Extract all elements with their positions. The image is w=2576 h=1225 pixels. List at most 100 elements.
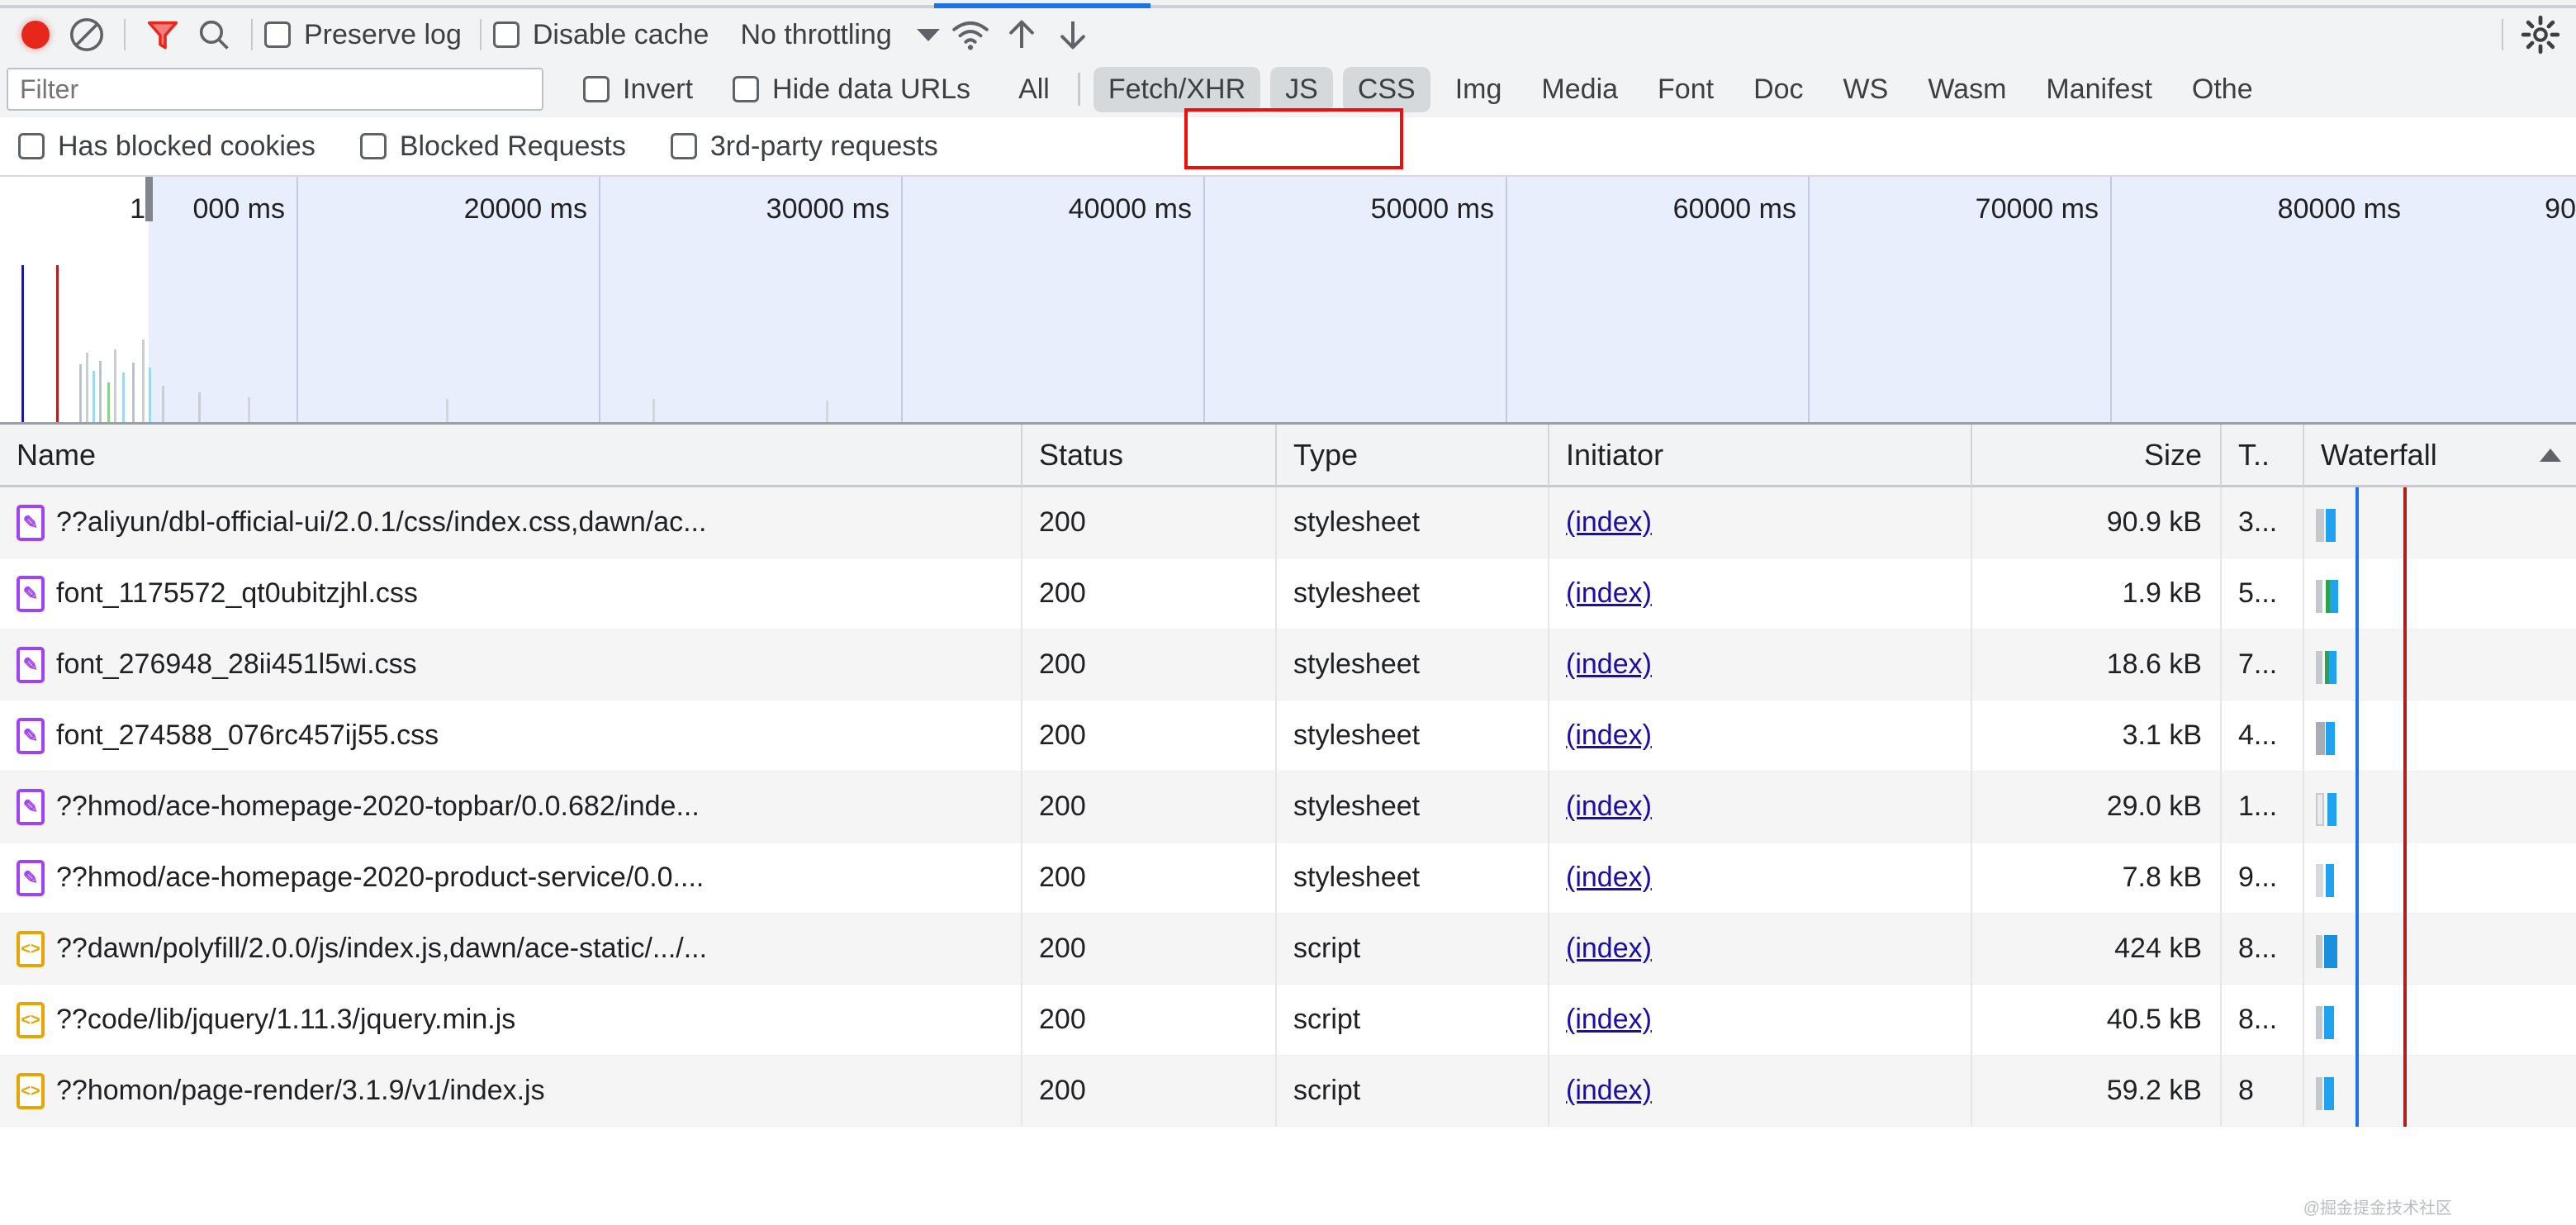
- initiator-link[interactable]: (index): [1566, 506, 1652, 539]
- search-button[interactable]: [188, 11, 240, 59]
- cell-name[interactable]: <> ??homon/page-render/3.1.9/v1/index.js: [0, 1055, 1022, 1127]
- cell-waterfall[interactable]: [2304, 913, 2576, 985]
- cell-waterfall[interactable]: [2304, 984, 2576, 1056]
- record-button[interactable]: [10, 11, 61, 59]
- table-row[interactable]: ✎ ??aliyun/dbl-official-ui/2.0.1/css/ind…: [0, 487, 2576, 558]
- type-filter-media[interactable]: Media: [1526, 67, 1633, 112]
- initiator-link[interactable]: (index): [1566, 933, 1652, 965]
- cell-status: 200: [1022, 700, 1277, 772]
- table-row[interactable]: <> ??homon/page-render/3.1.9/v1/index.js…: [0, 1055, 2576, 1127]
- type-filter-css[interactable]: CSS: [1342, 66, 1430, 112]
- cell-name[interactable]: ✎ font_1175572_qt0ubitzjhl.css: [0, 558, 1022, 629]
- invert-filter-group[interactable]: Invert: [583, 74, 693, 106]
- column-header-time[interactable]: T..: [2222, 423, 2304, 487]
- cell-name[interactable]: <> ??dawn/polyfill/2.0.0/js/index.js,daw…: [0, 913, 1022, 985]
- table-row[interactable]: <> ??dawn/polyfill/2.0.0/js/index.js,daw…: [0, 913, 2576, 985]
- table-row[interactable]: <> ??code/lib/jquery/1.11.3/jquery.min.j…: [0, 984, 2576, 1056]
- upload-har-icon: [1008, 20, 1034, 48]
- column-header-status[interactable]: Status: [1022, 423, 1277, 487]
- initiator-link[interactable]: (index): [1566, 862, 1652, 894]
- third-party-requests-checkbox[interactable]: [670, 133, 697, 159]
- cell-initiator[interactable]: (index): [1549, 700, 1972, 772]
- overview-request-bar: [826, 401, 828, 422]
- table-row[interactable]: ✎ ??hmod/ace-homepage-2020-topbar/0.0.68…: [0, 771, 2576, 843]
- cell-initiator[interactable]: (index): [1549, 771, 1972, 843]
- type-filter-js[interactable]: JS: [1270, 66, 1333, 112]
- filter-toggle-button[interactable]: [137, 11, 188, 59]
- cell-waterfall[interactable]: [2304, 842, 2576, 914]
- table-row[interactable]: ✎ font_1175572_qt0ubitzjhl.css 200 style…: [0, 558, 2576, 629]
- request-name: ??aliyun/dbl-official-ui/2.0.1/css/index…: [56, 506, 707, 538]
- cell-initiator[interactable]: (index): [1549, 558, 1972, 629]
- record-circle-icon: [21, 21, 50, 49]
- invert-checkbox[interactable]: [583, 76, 610, 102]
- cell-name[interactable]: ✎ ??aliyun/dbl-official-ui/2.0.1/css/ind…: [0, 487, 1022, 558]
- cell-waterfall[interactable]: [2304, 558, 2576, 629]
- blocked-requests-group[interactable]: Blocked Requests: [359, 131, 626, 163]
- type-filter-manifest[interactable]: Manifest: [2031, 67, 2167, 112]
- hide-data-urls-group[interactable]: Hide data URLs: [733, 74, 970, 106]
- type-filter-fetch-xhr[interactable]: Fetch/XHR: [1093, 66, 1261, 112]
- cell-status: 200: [1022, 771, 1277, 843]
- table-row[interactable]: ✎ font_276948_28ii451l5wi.css 200 styles…: [0, 629, 2576, 700]
- column-header-type[interactable]: Type: [1277, 423, 1549, 487]
- cell-name[interactable]: ✎ ??hmod/ace-homepage-2020-product-servi…: [0, 842, 1022, 914]
- cell-waterfall[interactable]: [2304, 629, 2576, 700]
- chevron-down-icon[interactable]: [916, 28, 940, 41]
- column-header-name[interactable]: Name: [0, 423, 1022, 487]
- cell-initiator[interactable]: (index): [1549, 984, 1972, 1056]
- type-filter-other[interactable]: Othe: [2177, 67, 2268, 112]
- cell-initiator[interactable]: (index): [1549, 913, 1972, 985]
- cell-waterfall[interactable]: [2304, 771, 2576, 843]
- initiator-link[interactable]: (index): [1566, 577, 1652, 610]
- column-header-initiator[interactable]: Initiator: [1549, 423, 1972, 487]
- cell-waterfall[interactable]: [2304, 1055, 2576, 1127]
- column-header-size[interactable]: Size: [1972, 423, 2222, 487]
- type-filter-ws[interactable]: WS: [1829, 67, 1904, 112]
- disable-cache-checkbox[interactable]: [492, 21, 519, 48]
- cell-name[interactable]: ✎ ??hmod/ace-homepage-2020-topbar/0.0.68…: [0, 771, 1022, 843]
- initiator-link[interactable]: (index): [1566, 791, 1652, 823]
- type-filter-font[interactable]: Font: [1643, 67, 1729, 112]
- cell-initiator[interactable]: (index): [1549, 1055, 1972, 1127]
- cell-name[interactable]: <> ??code/lib/jquery/1.11.3/jquery.min.j…: [0, 984, 1022, 1056]
- sort-ascending-icon[interactable]: [2540, 448, 2561, 462]
- import-har-button[interactable]: [996, 11, 1047, 59]
- column-header-waterfall-wrap[interactable]: Waterfall: [2304, 424, 2576, 487]
- throttling-select[interactable]: No throttling: [740, 19, 891, 51]
- type-filter-doc[interactable]: Doc: [1739, 67, 1818, 112]
- clear-button[interactable]: [61, 11, 112, 59]
- download-har-icon: [1060, 21, 1085, 50]
- export-har-button[interactable]: [1047, 11, 1098, 59]
- settings-button[interactable]: [2515, 11, 2566, 59]
- preserve-log-checkbox[interactable]: [264, 21, 291, 48]
- cell-waterfall[interactable]: [2304, 487, 2576, 558]
- table-row[interactable]: ✎ font_274588_076rc457ij55.css 200 style…: [0, 700, 2576, 772]
- cell-initiator[interactable]: (index): [1549, 842, 1972, 914]
- initiator-link[interactable]: (index): [1566, 1075, 1652, 1107]
- table-row[interactable]: ✎ ??hmod/ace-homepage-2020-product-servi…: [0, 842, 2576, 914]
- stylesheet-icon: ✎: [17, 859, 45, 896]
- network-conditions-button[interactable]: [945, 11, 996, 59]
- initiator-link[interactable]: (index): [1566, 648, 1652, 681]
- has-blocked-cookies-checkbox[interactable]: [18, 133, 45, 159]
- hide-data-urls-checkbox[interactable]: [733, 76, 760, 102]
- cell-name[interactable]: ✎ font_276948_28ii451l5wi.css: [0, 629, 1022, 700]
- cell-initiator[interactable]: (index): [1549, 487, 1972, 558]
- network-overview-timeline[interactable]: 1 000 ms 20000 ms 30000 ms 40000 ms 5000…: [0, 177, 2576, 425]
- cell-name[interactable]: ✎ font_274588_076rc457ij55.css: [0, 700, 1022, 772]
- overview-tick: 60000 ms: [1672, 193, 1796, 225]
- initiator-link[interactable]: (index): [1566, 1004, 1652, 1036]
- type-filter-all[interactable]: All: [1003, 67, 1065, 112]
- type-filter-wasm[interactable]: Wasm: [1913, 67, 2021, 112]
- third-party-requests-group[interactable]: 3rd-party requests: [670, 131, 938, 163]
- type-filter-img[interactable]: Img: [1440, 67, 1517, 112]
- overview-tick: 70000 ms: [1975, 193, 2099, 225]
- initiator-link[interactable]: (index): [1566, 719, 1652, 752]
- has-blocked-cookies-group[interactable]: Has blocked cookies: [18, 131, 315, 163]
- cell-initiator[interactable]: (index): [1549, 629, 1972, 700]
- overview-window-handle[interactable]: [145, 177, 153, 221]
- filter-input[interactable]: [7, 68, 543, 111]
- cell-waterfall[interactable]: [2304, 700, 2576, 772]
- blocked-requests-checkbox[interactable]: [359, 133, 387, 159]
